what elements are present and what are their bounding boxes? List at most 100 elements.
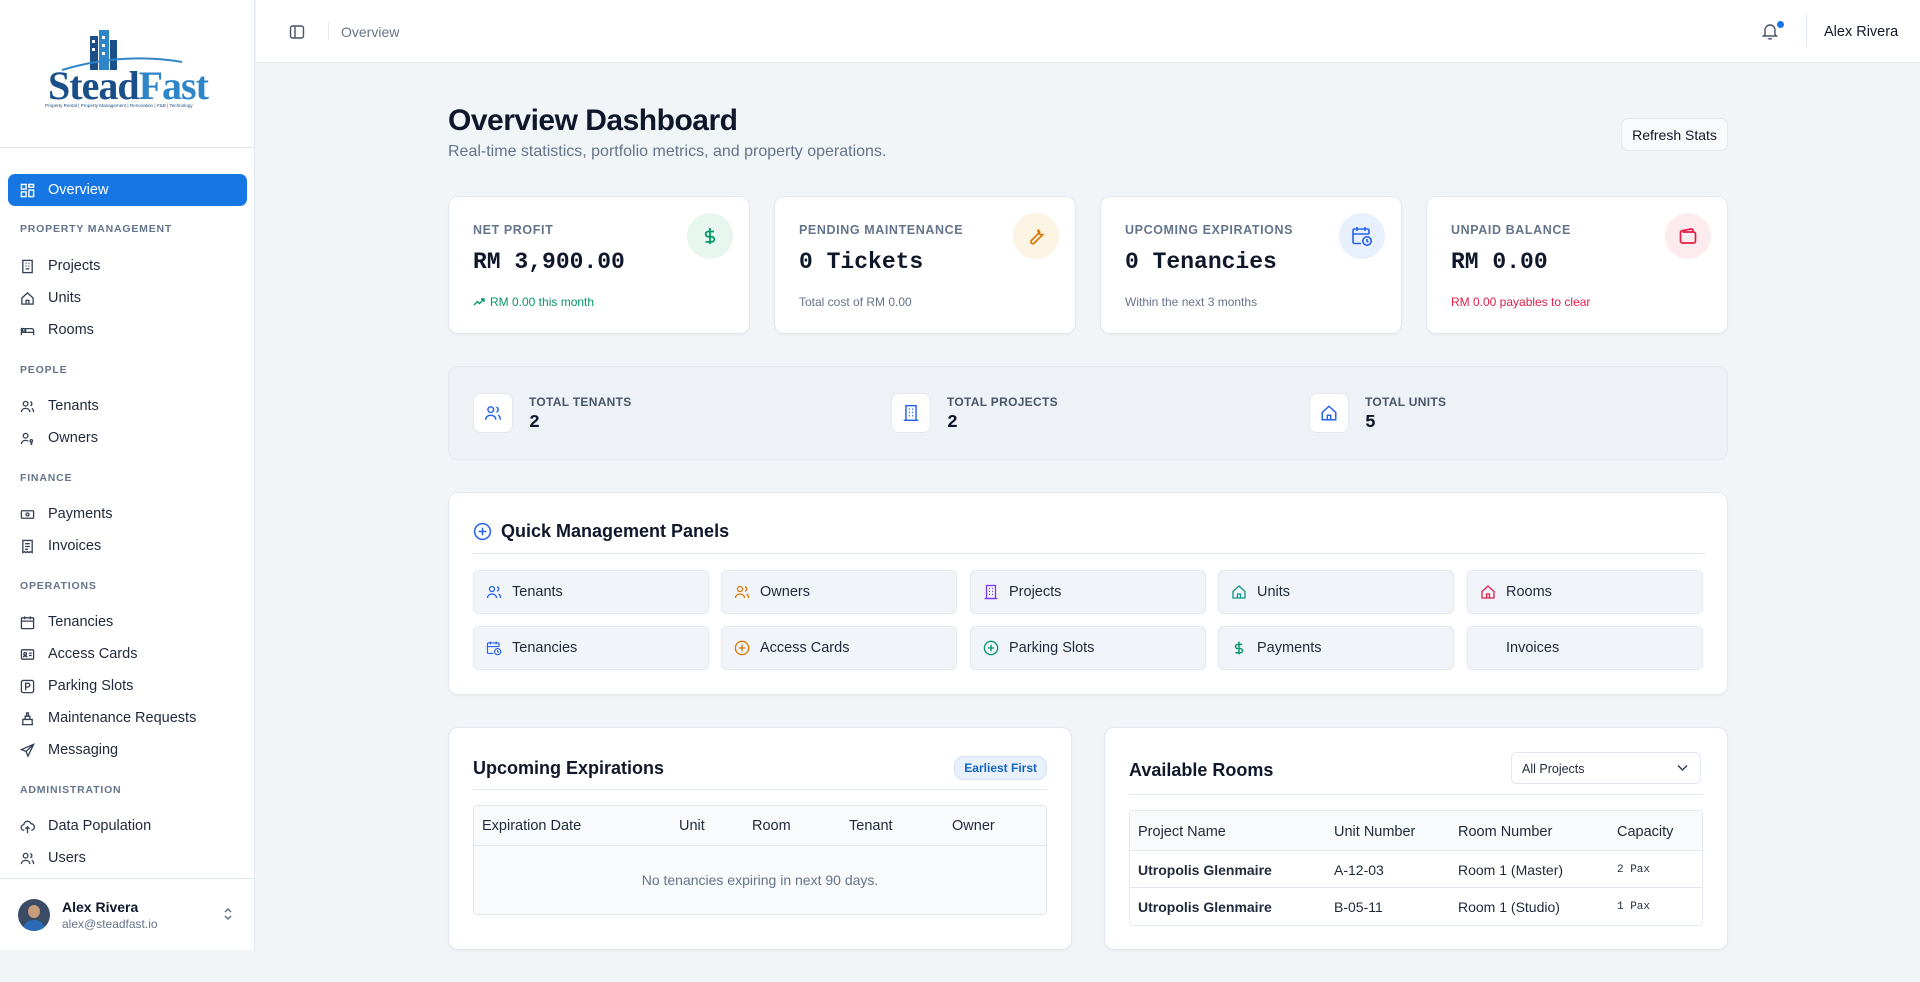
sort-badge[interactable]: Earliest First	[954, 756, 1047, 780]
sidebar-item-messaging[interactable]: Messaging	[8, 734, 247, 766]
select-value: All Projects	[1522, 762, 1585, 776]
cell-unit: B-05-11	[1334, 899, 1383, 915]
sidebar-item-data-population[interactable]: Data Population	[8, 810, 247, 842]
quick-tenants-button[interactable]: Tenants	[473, 570, 709, 614]
table-row[interactable]: Utropolis Glenmaire B-05-11 Room 1 (Stud…	[1130, 888, 1702, 925]
button-label: Projects	[1009, 584, 1062, 600]
chevron-down-icon	[1677, 764, 1688, 772]
button-label: Tenancies	[512, 640, 578, 656]
cell-room: Room 1 (Studio)	[1458, 899, 1560, 915]
bell-icon[interactable]	[1762, 22, 1778, 40]
sidebar-item-projects[interactable]: Projects	[8, 250, 247, 282]
button-label: Invoices	[1506, 640, 1560, 656]
cell-capacity: 1 Pax	[1617, 901, 1651, 913]
refresh-stats-button[interactable]: Refresh Stats	[1621, 118, 1728, 151]
user-email: alex@steadfast.io	[62, 917, 158, 931]
sidebar-item-users[interactable]: Users	[8, 842, 247, 874]
invoice-icon	[1480, 640, 1496, 656]
quick-units-button[interactable]: Units	[1218, 570, 1454, 614]
quick-tenancies-button[interactable]: Tenancies	[473, 626, 709, 670]
logo-tagline: Property Rental | Property Management | …	[45, 103, 193, 108]
sidebar-item-tenancies[interactable]: Tenancies	[8, 606, 247, 638]
send-icon	[20, 742, 35, 758]
sidebar-item-rooms[interactable]: Rooms	[8, 314, 247, 346]
sidebar-item-tenants[interactable]: Tenants	[8, 390, 247, 422]
sidebar-item-invoices[interactable]: Invoices	[8, 530, 247, 562]
section-people: PEOPLE	[20, 364, 68, 376]
card-note: RM 0.00 payables to clear	[1451, 295, 1591, 309]
button-label: Units	[1257, 584, 1291, 600]
sidebar-toggle-icon[interactable]	[289, 24, 305, 40]
card-value: 0 Tickets	[799, 249, 924, 275]
panel-title: Quick Management Panels	[501, 521, 730, 541]
table-row[interactable]: Utropolis Glenmaire A-12-03 Room 1 (Mast…	[1130, 851, 1702, 888]
column-header: Tenant	[849, 818, 893, 834]
calendar-clock-icon	[1339, 213, 1385, 259]
column-header: Unit Number	[1334, 824, 1416, 840]
sidebar-item-label: Users	[48, 850, 86, 866]
button-label: Payments	[1257, 640, 1322, 656]
sidebar: SteadFast Property Rental | Property Man…	[0, 0, 255, 950]
sidebar-item-label: Access Cards	[48, 646, 138, 662]
divider	[328, 22, 329, 40]
column-header: Capacity	[1617, 824, 1674, 840]
users-icon	[20, 399, 35, 414]
home-icon	[1480, 584, 1496, 600]
empty-state: No tenancies expiring in next 90 days.	[641, 872, 879, 888]
expirations-table: Expiration Date Unit Room Tenant Owner N…	[473, 805, 1047, 915]
home-icon	[1309, 393, 1349, 433]
stat-value: 2	[947, 413, 958, 433]
sidebar-item-parking-slots[interactable]: Parking Slots	[8, 670, 247, 702]
sidebar-item-access-cards[interactable]: Access Cards	[8, 638, 247, 670]
card-note: RM 0.00 this month	[473, 295, 594, 309]
quick-parking-slots-button[interactable]: Parking Slots	[970, 626, 1206, 670]
topbar-user-name[interactable]: Alex Rivera	[1824, 24, 1898, 40]
logo[interactable]: SteadFast Property Rental | Property Man…	[0, 0, 254, 148]
table-header: Project Name Unit Number Room Number Cap…	[1130, 811, 1702, 851]
button-label: Tenants	[512, 584, 563, 600]
sidebar-item-overview[interactable]: Overview	[8, 174, 247, 206]
column-header: Expiration Date	[482, 818, 582, 834]
sidebar-item-payments[interactable]: Payments	[8, 498, 247, 530]
cell-project: Utropolis Glenmaire	[1138, 862, 1272, 878]
chevrons-up-down-icon	[224, 907, 232, 921]
quick-invoices-button[interactable]: Invoices	[1467, 626, 1703, 670]
sidebar-item-maintenance-requests[interactable]: Maintenance Requests	[8, 702, 247, 734]
plus-circle-icon	[734, 640, 750, 656]
quick-payments-button[interactable]: Payments	[1218, 626, 1454, 670]
quick-access-cards-button[interactable]: Access Cards	[721, 626, 957, 670]
column-header: Unit	[679, 818, 705, 834]
sidebar-item-owners[interactable]: Owners	[8, 422, 247, 454]
quick-rooms-button[interactable]: Rooms	[1467, 570, 1703, 614]
divider	[473, 789, 1047, 790]
wrench-icon	[1013, 213, 1059, 259]
project-filter-select[interactable]: All Projects	[1511, 752, 1701, 784]
users-icon	[20, 851, 35, 866]
cloud-upload-icon	[20, 819, 35, 834]
card-label: UNPAID BALANCE	[1451, 223, 1571, 237]
bed-icon	[20, 323, 35, 338]
card-note: Total cost of RM 0.00	[799, 295, 912, 309]
quick-management-panel: Quick Management Panels Tenants Owners P…	[448, 492, 1728, 695]
users-icon	[473, 393, 513, 433]
parking-icon	[20, 679, 35, 694]
column-header: Project Name	[1138, 824, 1226, 840]
quick-owners-button[interactable]: Owners	[721, 570, 957, 614]
sidebar-item-label: Tenancies	[48, 614, 114, 630]
breadcrumb: Overview	[341, 24, 400, 40]
user-name: Alex Rivera	[62, 899, 139, 915]
page-subtitle: Real-time statistics, portfolio metrics,…	[448, 143, 887, 160]
divider	[1129, 794, 1703, 795]
sidebar-item-label: Messaging	[48, 742, 119, 758]
button-label: Rooms	[1506, 584, 1552, 600]
sidebar-item-label: Parking Slots	[48, 678, 134, 694]
building-icon	[891, 393, 931, 433]
sidebar-item-units[interactable]: Units	[8, 282, 247, 314]
quick-projects-button[interactable]: Projects	[970, 570, 1206, 614]
wallet-icon	[1665, 213, 1711, 259]
cell-room: Room 1 (Master)	[1458, 862, 1564, 878]
sidebar-item-label: Invoices	[48, 538, 102, 554]
user-profile-menu[interactable]: Alex Rivera alex@steadfast.io	[0, 878, 255, 950]
banknote-icon	[20, 507, 35, 522]
dollar-icon	[1231, 640, 1247, 656]
